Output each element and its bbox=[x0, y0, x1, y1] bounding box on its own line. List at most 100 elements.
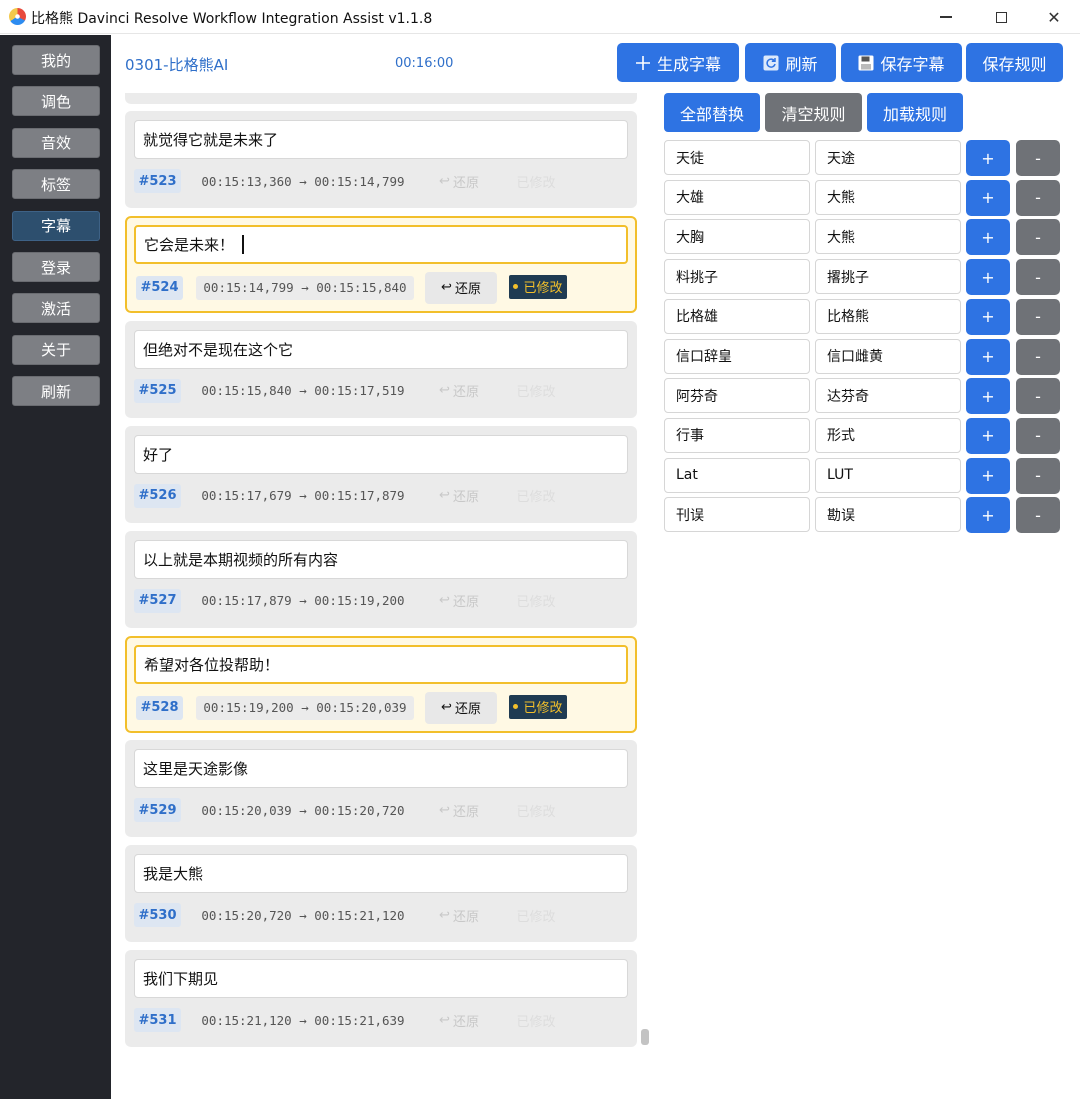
rule-replace-input[interactable]: 形式 bbox=[815, 417, 961, 453]
sidebar-item-1[interactable]: 调色 bbox=[12, 86, 100, 117]
subtitle-text-input[interactable]: 以上就是本期视频的所有内容 bbox=[134, 539, 628, 579]
restore-button[interactable]: ↩ 还原 bbox=[423, 798, 495, 822]
add-rule-button[interactable]: + bbox=[966, 140, 1010, 176]
remove-rule-button[interactable]: - bbox=[1016, 259, 1060, 296]
close-button[interactable]: ✕ bbox=[1028, 0, 1080, 34]
restore-button[interactable]: ↩ 还原 bbox=[423, 484, 495, 508]
subtitle-timerange: 00:15:19,200 → 00:15:20,039 bbox=[196, 695, 414, 720]
subtitle-text-input[interactable]: 就觉得它就是未来了 bbox=[134, 120, 628, 159]
subtitle-text-input[interactable]: 它会是未来！ bbox=[134, 224, 628, 264]
scrollbar-thumb[interactable] bbox=[641, 1029, 649, 1045]
add-rule-button[interactable]: + bbox=[966, 417, 1010, 454]
add-rule-button[interactable]: + bbox=[966, 179, 1010, 216]
rule-replace-input[interactable]: 比格熊 bbox=[815, 298, 961, 334]
subtitle-index[interactable]: #523 bbox=[134, 169, 181, 193]
status-dot-icon bbox=[513, 704, 519, 709]
add-rule-button[interactable]: + bbox=[966, 259, 1010, 296]
subtitle-index[interactable]: #528 bbox=[136, 695, 183, 720]
rule-find-input[interactable]: 料挑子 bbox=[664, 259, 810, 295]
subtitle-index[interactable]: #529 bbox=[134, 798, 181, 823]
add-rule-button[interactable]: + bbox=[966, 457, 1010, 494]
rule-find-input[interactable]: 比格雄 bbox=[664, 298, 810, 334]
remove-rule-button[interactable]: - bbox=[1016, 338, 1060, 375]
maximize-button[interactable] bbox=[975, 0, 1027, 34]
rule-find-input[interactable]: 天徒 bbox=[664, 140, 810, 175]
restore-label: 还原 bbox=[452, 175, 479, 191]
load-rules-button[interactable]: 加载规则 bbox=[867, 93, 963, 132]
rule-replace-input[interactable]: 达芬奇 bbox=[815, 378, 961, 414]
restore-label: 还原 bbox=[452, 909, 479, 925]
subtitle-text: 好了 bbox=[143, 445, 174, 464]
clear-rules-button[interactable]: 清空规则 bbox=[765, 93, 862, 132]
subtitle-text-input[interactable]: 好了 bbox=[134, 434, 628, 474]
remove-rule-button[interactable]: - bbox=[1016, 179, 1060, 216]
sidebar-item-5[interactable]: 登录 bbox=[12, 252, 100, 282]
rule-replace-input[interactable]: LUT bbox=[815, 457, 961, 493]
sidebar-item-0[interactable]: 我的 bbox=[12, 45, 100, 75]
replace-all-button[interactable]: 全部替换 bbox=[664, 93, 760, 132]
sidebar-item-4[interactable]: 字幕 bbox=[12, 210, 100, 241]
sidebar-item-6[interactable]: 激活 bbox=[12, 293, 100, 324]
subtitle-index[interactable]: #525 bbox=[134, 378, 181, 403]
restore-button[interactable]: ↩ 还原 bbox=[423, 589, 495, 613]
remove-rule-button[interactable]: - bbox=[1016, 497, 1060, 534]
remove-rule-button[interactable]: - bbox=[1016, 298, 1060, 335]
subtitle-card: 以上就是本期视频的所有内容 #527 00:15:17,879 → 00:15:19… bbox=[125, 530, 637, 628]
sidebar-item-7[interactable]: 关于 bbox=[12, 334, 100, 365]
undo-icon: ↩ bbox=[439, 907, 450, 923]
add-rule-button[interactable]: + bbox=[966, 378, 1010, 415]
subtitle-timerange: 00:15:13,360 → 00:15:14,799 bbox=[201, 173, 405, 189]
subtitle-index[interactable]: #531 bbox=[134, 1008, 181, 1033]
rule-find-input[interactable]: 大胸 bbox=[664, 219, 810, 255]
add-rule-button[interactable]: + bbox=[966, 338, 1010, 375]
generate-subtitles-button[interactable]: 生成字幕 bbox=[617, 43, 739, 82]
add-rule-button[interactable]: + bbox=[966, 219, 1010, 256]
rule-find-input[interactable]: 大雄 bbox=[664, 179, 810, 215]
modified-label: 已修改 bbox=[516, 385, 556, 401]
subtitle-text-input[interactable]: 但绝对不是现在这个它 bbox=[134, 329, 628, 369]
subtitle-text-input[interactable]: 希望对各位投帮助！ bbox=[134, 644, 628, 684]
undo-icon: ↩ bbox=[439, 383, 450, 399]
save-subtitles-button[interactable]: 保存字幕 bbox=[841, 43, 962, 82]
rule-find-input[interactable]: 信口辞皇 bbox=[664, 338, 810, 374]
subtitle-text-input[interactable]: 这里是天途影像 bbox=[134, 749, 628, 789]
rule-replace-input[interactable]: 信口雌黄 bbox=[815, 338, 961, 374]
undo-icon: ↩ bbox=[439, 173, 450, 189]
subtitle-index[interactable]: #524 bbox=[136, 275, 183, 300]
restore-button[interactable]: ↩ 还原 bbox=[423, 1008, 495, 1032]
save-rules-button[interactable]: 保存规则 bbox=[966, 43, 1063, 82]
restore-button[interactable]: ↩ 还原 bbox=[425, 691, 497, 724]
refresh-button[interactable]: 刷新 bbox=[745, 43, 836, 82]
restore-button[interactable]: ↩ 还原 bbox=[425, 271, 497, 304]
sidebar-item-2[interactable]: 音效 bbox=[12, 127, 100, 158]
remove-rule-button[interactable]: - bbox=[1016, 140, 1060, 176]
restore-button[interactable]: ↩ 还原 bbox=[423, 379, 495, 403]
add-rule-button[interactable]: + bbox=[966, 298, 1010, 335]
main-panel: 0301-比格熊AI 00:16:00 生成字幕 刷新 保存字幕 保存规则 就觉… bbox=[111, 35, 1077, 1095]
rule-replace-input[interactable]: 大熊 bbox=[815, 219, 961, 255]
add-rule-button[interactable]: + bbox=[966, 497, 1010, 534]
rule-find-input[interactable]: 阿芬奇 bbox=[664, 378, 810, 414]
restore-label: 还原 bbox=[452, 490, 479, 506]
remove-rule-button[interactable]: - bbox=[1016, 378, 1060, 415]
remove-rule-button[interactable]: - bbox=[1016, 219, 1060, 256]
rule-replace-input[interactable]: 撂挑子 bbox=[815, 259, 961, 295]
rule-replace-input[interactable]: 天途 bbox=[815, 140, 961, 175]
sidebar-item-8[interactable]: 刷新 bbox=[12, 376, 100, 407]
sidebar-item-3[interactable]: 标签 bbox=[12, 169, 100, 200]
rule-find-input[interactable]: Lat bbox=[664, 457, 810, 493]
rule-find-input[interactable]: 刊误 bbox=[664, 497, 810, 533]
subtitle-text-input[interactable]: 我是大熊 bbox=[134, 854, 628, 894]
subtitle-index[interactable]: #530 bbox=[134, 903, 181, 928]
rule-find-input[interactable]: 行事 bbox=[664, 417, 810, 453]
rule-replace-input[interactable]: 大熊 bbox=[815, 179, 961, 215]
subtitle-index[interactable]: #527 bbox=[134, 588, 181, 613]
remove-rule-button[interactable]: - bbox=[1016, 457, 1060, 494]
rule-replace-input[interactable]: 勘误 bbox=[815, 497, 961, 533]
subtitle-text-input[interactable]: 我们下期见 bbox=[134, 959, 628, 999]
minimize-button[interactable] bbox=[920, 0, 972, 34]
remove-rule-button[interactable]: - bbox=[1016, 417, 1060, 454]
subtitle-index[interactable]: #526 bbox=[134, 483, 181, 508]
restore-button[interactable]: ↩ 还原 bbox=[423, 903, 495, 927]
restore-button[interactable]: ↩ 还原 bbox=[423, 169, 495, 193]
